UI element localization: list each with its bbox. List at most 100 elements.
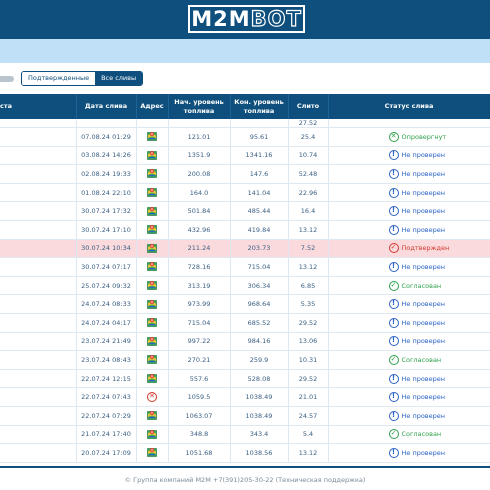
status-cell[interactable]: ! Не проверен xyxy=(328,146,490,166)
table-row[interactable]: 02.08.24 19:33 200.08 147.6 52.48! Не провер… xyxy=(0,164,490,184)
table-row[interactable]: 01.08.24 22:10 164.0 141.04 22.96! Не провер… xyxy=(0,183,490,203)
map-icon[interactable] xyxy=(147,187,157,198)
map-icon[interactable] xyxy=(147,168,157,179)
start-level-cell: 270.21 xyxy=(168,350,231,370)
address-cell[interactable] xyxy=(136,406,169,426)
filter-toggle[interactable] xyxy=(0,76,14,82)
table-row[interactable]: 22.07.24 12:15 557.6 528.08 29.52! Не провер… xyxy=(0,369,490,389)
info-banner xyxy=(0,39,490,63)
table-row[interactable]: 21.07.24 17:40 348.8 343.4 5.4 ✓ Согласован xyxy=(0,425,490,445)
address-cell[interactable] xyxy=(136,369,169,389)
status-cell[interactable]: ! Не проверен xyxy=(328,387,490,407)
col-header-drained[interactable]: Слито xyxy=(288,94,329,119)
status-cell[interactable]: ✓ Согласован xyxy=(328,276,490,296)
date-cell: 25.07.24 09:32 xyxy=(76,276,137,296)
table-row[interactable]: 23.07.24 08:43 270.21 259.9 10.31 ✓ Согласова… xyxy=(0,350,490,370)
table-row[interactable]: 03.08.24 14:26 1351.9 1341.16 10.74! Не пров… xyxy=(0,146,490,166)
address-missing-icon[interactable]: ✕ xyxy=(147,392,157,403)
address-cell[interactable] xyxy=(136,220,169,240)
address-cell[interactable]: ✕ xyxy=(136,387,169,407)
address-cell[interactable] xyxy=(136,164,169,184)
object-cell xyxy=(0,387,77,407)
status-cell[interactable]: ! Не проверен xyxy=(328,313,490,333)
address-cell[interactable] xyxy=(136,257,169,277)
table-row[interactable]: 30.07.24 10:34 211.24 203.73 7.52 ✓ Подтвержд… xyxy=(0,239,490,259)
status-cell[interactable]: ! Не проверен xyxy=(328,183,490,203)
col-header-start-level[interactable]: Нач. уровень топлива xyxy=(168,94,231,119)
col-header-first[interactable]: ста xyxy=(0,94,77,119)
status-cell[interactable]: ✕ Опровергнут xyxy=(328,127,490,147)
table-row[interactable]: 23.07.24 21:49 997.22 984.16 13.06! Не прове… xyxy=(0,332,490,352)
map-icon[interactable] xyxy=(147,261,157,272)
table-row[interactable]: 30.07.24 07:17 728.16 715.04 13.12! Не прове… xyxy=(0,257,490,277)
status-cell[interactable]: ✓ Согласован xyxy=(328,350,490,370)
exclamation-circle-icon: ! xyxy=(388,373,399,384)
map-icon[interactable] xyxy=(147,131,157,142)
address-cell[interactable] xyxy=(136,425,169,445)
map-icon[interactable] xyxy=(147,429,157,440)
status-cell[interactable]: ✓ Согласован xyxy=(328,425,490,445)
col-header-date[interactable]: Дата слива xyxy=(76,94,137,119)
address-cell[interactable] xyxy=(136,183,169,203)
map-icon[interactable] xyxy=(147,317,157,328)
table-row[interactable]: 25.07.24 09:32 313.19 306.34 6.85 ✓ Согласова… xyxy=(0,276,490,296)
address-cell[interactable] xyxy=(136,201,169,221)
map-icon[interactable] xyxy=(147,336,157,347)
table-row-partial: 27.52 xyxy=(0,119,490,128)
drains-table-container[interactable]: ста Дата слива Адрес Нач. уровень топлив… xyxy=(0,94,490,466)
map-icon[interactable] xyxy=(147,224,157,235)
map-icon[interactable] xyxy=(147,299,157,310)
address-cell[interactable] xyxy=(136,239,169,259)
status-cell[interactable]: ! Не проверен xyxy=(328,443,490,463)
map-icon[interactable] xyxy=(147,410,157,421)
date-cell: 22.07.24 07:29 xyxy=(76,406,137,426)
address-cell[interactable] xyxy=(136,294,169,314)
object-cell xyxy=(0,220,77,240)
address-cell[interactable] xyxy=(136,350,169,370)
status-cell[interactable]: ! Не проверен xyxy=(328,369,490,389)
start-level-cell: 997.22 xyxy=(168,332,231,352)
status-cell[interactable]: ! Не проверен xyxy=(328,406,490,426)
status-cell[interactable]: ! Не проверен xyxy=(328,201,490,221)
status-cell[interactable]: ! Не проверен xyxy=(328,257,490,277)
map-icon[interactable] xyxy=(147,243,157,254)
address-cell[interactable] xyxy=(136,276,169,296)
map-icon[interactable] xyxy=(147,206,157,217)
col-header-end-level[interactable]: Кон. уровень топлива xyxy=(230,94,289,119)
end-level-cell: 343.4 xyxy=(230,425,289,445)
status-cell[interactable]: ! Не проверен xyxy=(328,164,490,184)
col-header-status[interactable]: Статус слива xyxy=(328,94,490,119)
map-icon[interactable] xyxy=(147,150,157,161)
exclamation-circle-icon: ! xyxy=(388,336,399,347)
table-row[interactable]: 20.07.24 17:09 1051.68 1038.56 13.12! Не про… xyxy=(0,443,490,463)
object-cell xyxy=(0,201,77,221)
table-row[interactable]: 22.07.24 07:43 ✕ 1059.5 1038.49 21.01! Не про… xyxy=(0,387,490,407)
status-label: Не проверен xyxy=(401,151,446,160)
status-cell[interactable]: ! Не проверен xyxy=(328,294,490,314)
filter-all-button[interactable]: Все сливы xyxy=(95,72,143,85)
map-icon[interactable] xyxy=(147,354,157,365)
address-cell[interactable] xyxy=(136,127,169,147)
filter-confirmed-button[interactable]: Подтвержденные xyxy=(22,72,96,85)
table-row[interactable]: 24.07.24 04:17 715.04 685.52 29.52! Не прове… xyxy=(0,313,490,333)
table-body: 27.52 07.08.24 01:29 121.01 95.61 25.4 ✕ Опро… xyxy=(0,119,490,463)
table-row[interactable]: 30.07.24 17:10 432.96 419.84 13.12! Не прове… xyxy=(0,220,490,240)
map-icon[interactable] xyxy=(147,447,157,458)
col-header-address[interactable]: Адрес xyxy=(136,94,169,119)
status-cell[interactable]: ! Не проверен xyxy=(328,332,490,352)
date-cell: 03.08.24 14:26 xyxy=(76,146,137,166)
table-row[interactable]: 24.07.24 08:33 973.99 968.64 5.35! Не провер… xyxy=(0,294,490,314)
map-icon[interactable] xyxy=(147,280,157,291)
map-icon[interactable] xyxy=(147,373,157,384)
table-row[interactable]: 30.07.24 17:32 501.84 485.44 16.4! Не провер… xyxy=(0,201,490,221)
m2mbot-logo[interactable]: M2M BOT xyxy=(188,5,305,33)
address-cell[interactable] xyxy=(136,443,169,463)
table-row[interactable]: 07.08.24 01:29 121.01 95.61 25.4 ✕ Опровергну… xyxy=(0,127,490,147)
status-cell[interactable]: ✓ Подтвержден xyxy=(328,239,490,259)
address-cell[interactable] xyxy=(136,313,169,333)
status-cell[interactable]: ! Не проверен xyxy=(328,220,490,240)
address-cell[interactable] xyxy=(136,332,169,352)
table-row[interactable]: 22.07.24 07:29 1063.07 1038.49 24.57! Не про… xyxy=(0,406,490,426)
date-cell: 23.07.24 21:49 xyxy=(76,332,137,352)
address-cell[interactable] xyxy=(136,146,169,166)
